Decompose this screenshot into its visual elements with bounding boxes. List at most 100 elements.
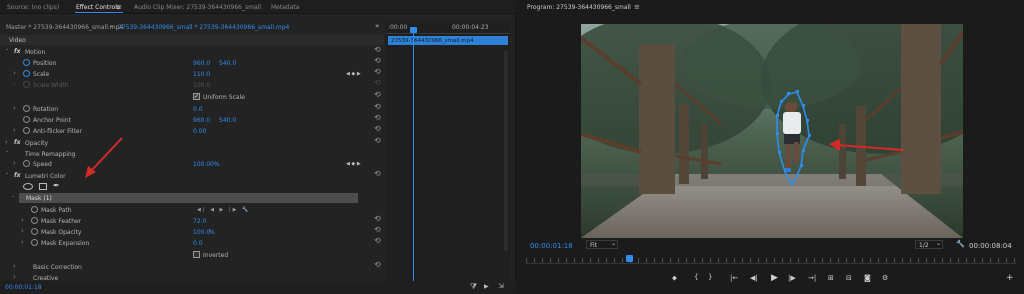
playhead-marker[interactable] bbox=[410, 27, 417, 33]
reset-icon[interactable]: ⟲ bbox=[374, 137, 381, 145]
reset-icon[interactable]: ⟲ bbox=[374, 237, 381, 245]
reset-icon[interactable]: ⟲ bbox=[374, 215, 381, 223]
overwrite-icon[interactable]: ⊟ bbox=[846, 274, 852, 282]
stopwatch-icon[interactable] bbox=[31, 217, 38, 224]
fx-icon[interactable]: fx bbox=[14, 172, 20, 179]
pen-mask-icon[interactable]: ✒ bbox=[53, 181, 60, 190]
tab-menu-icon[interactable]: ≡ bbox=[116, 3, 122, 11]
mask-opacity-value[interactable]: 100.0 bbox=[193, 229, 210, 236]
anchor-y-value[interactable]: 540.0 bbox=[219, 117, 236, 124]
antiflicker-value[interactable]: 0.00 bbox=[193, 128, 206, 135]
stopwatch-icon[interactable] bbox=[23, 70, 30, 77]
stopwatch-icon[interactable] bbox=[31, 206, 38, 213]
timeline-clip[interactable]: 27539-364430966_small.mp4 bbox=[388, 36, 508, 45]
timeline-scrollbar[interactable] bbox=[504, 51, 508, 251]
tab-effect-controls[interactable]: Effect Controls bbox=[76, 4, 120, 11]
reset-icon[interactable]: ⟲ bbox=[374, 261, 381, 269]
chevron-down-icon[interactable]: ⌄ bbox=[11, 193, 15, 199]
master-clip-label[interactable]: Master * 27539-364430966_small.mp4 bbox=[6, 24, 123, 31]
reset-icon[interactable]: ⟲ bbox=[374, 103, 381, 111]
keyframe-nav-icon[interactable]: ◀ ◆ ▶ bbox=[346, 71, 361, 77]
mark-in-icon[interactable]: { bbox=[694, 273, 698, 281]
program-title[interactable]: Program: 27539-364430966_small bbox=[527, 4, 631, 11]
program-scrub-bar[interactable] bbox=[526, 258, 1016, 264]
resolution-dropdown[interactable]: 1/2 ⌄ bbox=[915, 240, 943, 249]
stopwatch-icon[interactable] bbox=[23, 81, 30, 88]
settings-icon[interactable]: ⚙ bbox=[882, 274, 888, 282]
effect-lumetri-row[interactable]: ⌄ fx Lumetri Color ⟲ bbox=[0, 170, 384, 181]
ellipse-mask-icon[interactable] bbox=[23, 183, 33, 190]
chevron-icon[interactable]: › bbox=[21, 227, 24, 235]
insert-icon[interactable]: ⊞ bbox=[828, 274, 834, 282]
chevron-icon[interactable]: › bbox=[13, 69, 16, 77]
chevron-down-icon[interactable]: ⌄ bbox=[5, 46, 9, 52]
program-playhead[interactable] bbox=[626, 255, 633, 262]
go-to-in-icon[interactable]: |← bbox=[730, 274, 738, 282]
step-forward-icon[interactable]: |▶ bbox=[788, 274, 796, 282]
program-timecode[interactable]: 00:00:01:18 bbox=[530, 242, 573, 250]
chevron-down-icon[interactable]: ⌄ bbox=[5, 170, 9, 176]
fx-icon[interactable]: fx bbox=[14, 139, 20, 146]
reset-icon[interactable]: ⟲ bbox=[374, 68, 381, 76]
wrench-icon[interactable]: 🔧 bbox=[956, 240, 965, 248]
mask-feather-value[interactable]: 72.0 bbox=[193, 218, 206, 225]
chevron-icon[interactable]: › bbox=[21, 216, 24, 224]
reset-icon[interactable]: ⟲ bbox=[374, 79, 381, 87]
chevron-icon[interactable]: › bbox=[13, 126, 16, 134]
fx-icon[interactable]: fx bbox=[14, 48, 20, 55]
effect-controls-timecode[interactable]: 00:00:01:18 bbox=[5, 284, 42, 291]
stopwatch-icon[interactable] bbox=[31, 239, 38, 246]
tab-source[interactable]: Source: (no clips) bbox=[7, 4, 59, 11]
mask-track-controls[interactable]: ◀| ◀ ▶ |▶ 🔧 bbox=[197, 207, 250, 213]
play-icon[interactable]: ▶ bbox=[771, 273, 778, 283]
filter-icon[interactable]: ⧩ bbox=[470, 282, 477, 292]
sequence-clip-label[interactable]: 27539-364430966_small * 27539-364430966_… bbox=[118, 24, 289, 31]
chevron-icon[interactable]: › bbox=[13, 159, 16, 167]
add-marker-icon[interactable]: ⬥ bbox=[672, 274, 677, 283]
position-y-value[interactable]: 540.0 bbox=[219, 60, 236, 67]
stopwatch-icon[interactable] bbox=[31, 228, 38, 235]
effect-opacity-row[interactable]: › fx Opacity ⟲ bbox=[0, 137, 384, 148]
chevron-icon[interactable]: › bbox=[13, 80, 16, 88]
stopwatch-icon[interactable] bbox=[23, 59, 30, 66]
chevron-down-icon[interactable]: ⌄ bbox=[109, 22, 114, 29]
chevron-icon[interactable]: › bbox=[13, 104, 16, 112]
add-button-icon[interactable]: + bbox=[1006, 273, 1014, 283]
reset-icon[interactable]: ⟲ bbox=[374, 125, 381, 133]
rotation-value[interactable]: 0.0 bbox=[193, 106, 203, 113]
speed-value[interactable]: 100.00% bbox=[193, 161, 220, 168]
mask-header-row[interactable]: Mask (1) bbox=[19, 193, 358, 203]
fit-dropdown[interactable]: Fit ⌄ bbox=[586, 240, 618, 249]
chevron-icon[interactable]: › bbox=[5, 138, 8, 146]
go-to-out-icon[interactable]: →| bbox=[808, 274, 816, 282]
reset-icon[interactable]: ⟲ bbox=[374, 226, 381, 234]
chevron-icon[interactable]: › bbox=[21, 238, 24, 246]
stopwatch-icon[interactable] bbox=[23, 160, 30, 167]
uniform-scale-checkbox[interactable]: ✓ bbox=[193, 93, 200, 100]
inverted-checkbox[interactable] bbox=[193, 251, 200, 258]
video-frame[interactable] bbox=[581, 24, 963, 238]
reset-icon[interactable]: ⟲ bbox=[374, 170, 381, 178]
chevron-icon[interactable]: › bbox=[13, 262, 16, 270]
reset-icon[interactable]: ⟲ bbox=[374, 91, 381, 99]
play-audio-icon[interactable]: ▶ bbox=[484, 283, 489, 290]
reset-icon[interactable]: ⟲ bbox=[374, 57, 381, 65]
step-back-icon[interactable]: ◀| bbox=[750, 274, 758, 282]
mask-expansion-value[interactable]: 0.0 bbox=[193, 240, 203, 247]
anchor-x-value[interactable]: 960.0 bbox=[193, 117, 210, 124]
scale-value[interactable]: 110.0 bbox=[193, 71, 210, 78]
rectangle-mask-icon[interactable] bbox=[39, 183, 47, 190]
basic-correction-row[interactable]: › Basic Correction ⟲ bbox=[0, 261, 384, 272]
tab-audio-clip-mixer[interactable]: Audio Clip Mixer: 27539-364430966_small bbox=[134, 4, 261, 11]
panel-expand-icon[interactable]: » bbox=[375, 22, 379, 30]
stopwatch-icon[interactable] bbox=[23, 127, 30, 134]
keyframe-nav-icon[interactable]: ◀ ◆ ▶ bbox=[346, 161, 361, 167]
chevron-down-icon[interactable]: ⌄ bbox=[5, 148, 9, 154]
position-x-value[interactable]: 960.0 bbox=[193, 60, 210, 67]
playhead[interactable] bbox=[413, 29, 414, 281]
program-menu-icon[interactable]: ≡ bbox=[634, 3, 640, 11]
chevron-icon[interactable]: › bbox=[13, 273, 16, 281]
reset-icon[interactable]: ⟲ bbox=[374, 114, 381, 122]
export-icon[interactable]: ⇲ bbox=[498, 282, 504, 290]
stopwatch-icon[interactable] bbox=[23, 105, 30, 112]
